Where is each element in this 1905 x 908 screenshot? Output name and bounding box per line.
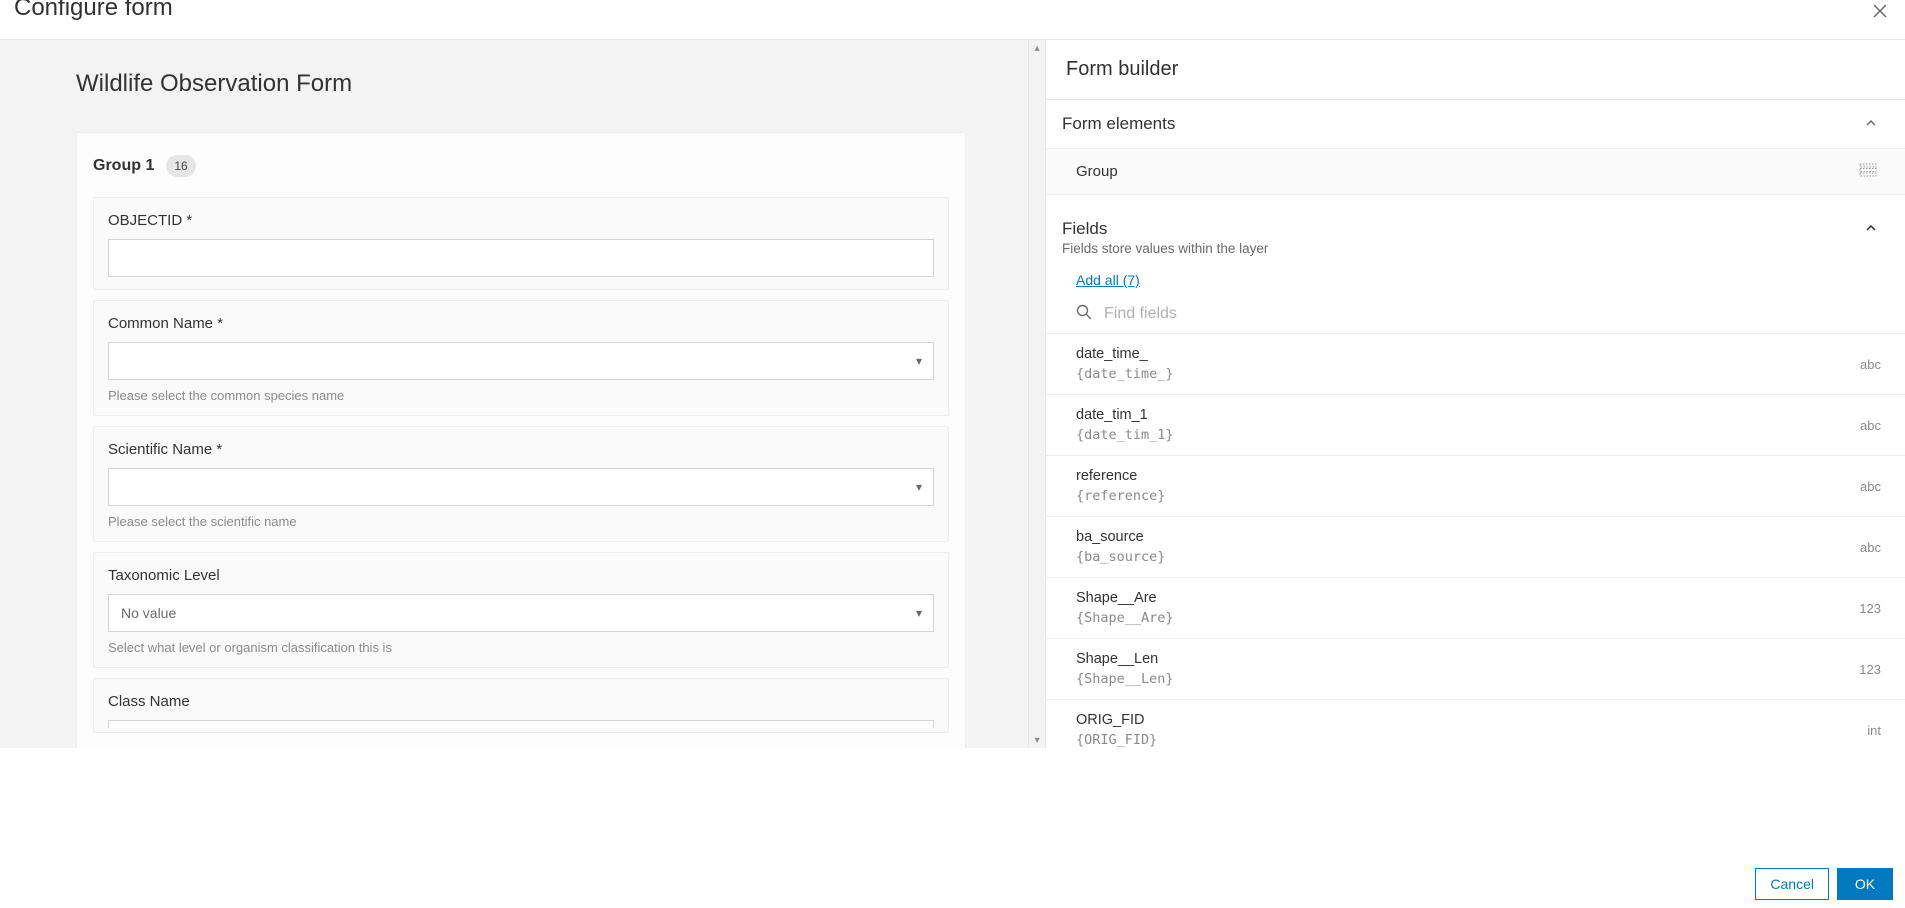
form-builder-title: Form builder — [1046, 40, 1905, 100]
group-header[interactable]: Group 1 16 — [77, 133, 965, 187]
chevron-up-icon — [1865, 114, 1877, 134]
field-type-badge: abc — [1860, 540, 1881, 555]
field-list-item[interactable]: date_time_ {date_time_} abc — [1046, 333, 1905, 394]
field-type-badge: 123 — [1859, 662, 1881, 677]
cancel-button[interactable]: Cancel — [1755, 868, 1829, 900]
add-all-link[interactable]: Add all (7) — [1046, 262, 1156, 298]
field-item-alias: {Shape__Len} — [1076, 671, 1174, 687]
field-taxonomic-level[interactable]: Taxonomic Level No value ▾ Select what l… — [93, 552, 949, 668]
field-label: Common Name * — [108, 315, 934, 332]
field-type-badge: abc — [1860, 357, 1881, 372]
fields-search-input[interactable] — [1104, 305, 1889, 323]
dialog-body: Wildlife Observation Form Group 1 16 OBJ… — [0, 40, 1905, 748]
objectid-input[interactable] — [108, 239, 934, 277]
group-card[interactable]: Group 1 16 OBJECTID * Common Name * ▾ — [76, 132, 966, 748]
field-helper: Please select the scientific name — [108, 514, 934, 529]
ok-button[interactable]: OK — [1837, 868, 1893, 900]
field-list-item[interactable]: ba_source {ba_source} abc — [1046, 516, 1905, 577]
field-label: Taxonomic Level — [108, 567, 934, 584]
field-list-item[interactable]: Shape__Len {Shape__Len} 123 — [1046, 638, 1905, 699]
field-helper: Please select the common species name — [108, 388, 934, 403]
field-item-alias: {ba_source} — [1076, 549, 1165, 565]
field-item-name: date_tim_1 — [1076, 407, 1174, 423]
field-item-name: date_time_ — [1076, 346, 1174, 362]
sci-name-select[interactable] — [108, 468, 934, 506]
canvas-scrollbar[interactable]: ▴ ▾ — [1028, 40, 1045, 748]
chevron-up-icon — [1865, 221, 1877, 237]
field-item-alias: {date_tim_1} — [1076, 427, 1174, 443]
field-list-item[interactable]: reference {reference} abc — [1046, 455, 1905, 516]
field-objectid[interactable]: OBJECTID * — [93, 197, 949, 290]
dialog-title: Configure form — [14, 0, 173, 20]
dialog-footer: Cancel OK — [0, 862, 1905, 908]
field-item-alias: {ORIG_FID} — [1076, 732, 1157, 748]
select-placeholder: No value — [121, 605, 176, 621]
close-button[interactable] — [1869, 0, 1891, 22]
field-list-item[interactable]: Shape__Are {Shape__Are} 123 — [1046, 577, 1905, 638]
form-elements-label: Form elements — [1062, 114, 1175, 134]
field-item-name: Shape__Are — [1076, 590, 1174, 606]
form-element-group-label: Group — [1076, 163, 1118, 180]
fields-section-header[interactable]: Fields — [1046, 205, 1905, 241]
form-builder-panel: Form builder Form elements Group — [1045, 40, 1905, 748]
form-elements-section-header[interactable]: Form elements — [1046, 100, 1905, 148]
group-name: Group 1 — [93, 157, 154, 175]
form-title: Wildlife Observation Form — [76, 70, 968, 98]
form-element-group[interactable]: Group — [1046, 148, 1905, 195]
fields-section-title: Fields — [1062, 219, 1107, 239]
fields-section-subtitle: Fields store values within the layer — [1046, 241, 1905, 262]
field-list-item[interactable]: ORIG_FID {ORIG_FID} int — [1046, 699, 1905, 748]
field-item-alias: {Shape__Are} — [1076, 610, 1174, 626]
common-name-select[interactable] — [108, 342, 934, 380]
field-item-name: Shape__Len — [1076, 651, 1174, 667]
search-icon — [1076, 304, 1092, 323]
field-common-name[interactable]: Common Name * ▾ Please select the common… — [93, 300, 949, 416]
field-item-name: reference — [1076, 468, 1165, 484]
field-label: Class Name — [108, 693, 934, 710]
group-icon — [1859, 163, 1877, 180]
form-canvas[interactable]: Wildlife Observation Form Group 1 16 OBJ… — [0, 40, 1028, 748]
dialog-header: Configure form — [0, 0, 1905, 40]
scroll-down-arrow-icon[interactable]: ▾ — [1029, 732, 1045, 748]
fields-search-row — [1046, 298, 1905, 333]
scroll-up-arrow-icon[interactable]: ▴ — [1029, 40, 1045, 56]
field-item-name: ORIG_FID — [1076, 712, 1157, 728]
form-builder-body[interactable]: Form elements Group Fields — [1046, 100, 1905, 748]
fields-list: date_time_{date_time_}abcdate_tim_1{date… — [1046, 333, 1905, 748]
field-type-badge: abc — [1860, 418, 1881, 433]
field-class-name[interactable]: Class Name — [93, 678, 949, 733]
field-type-badge: int — [1867, 723, 1881, 738]
field-label: Scientific Name * — [108, 441, 934, 458]
field-item-name: ba_source — [1076, 529, 1165, 545]
class-name-select[interactable] — [108, 720, 934, 728]
field-helper: Select what level or organism classifica… — [108, 640, 934, 655]
field-type-badge: abc — [1860, 479, 1881, 494]
close-icon — [1872, 3, 1888, 19]
field-type-badge: 123 — [1859, 601, 1881, 616]
field-label: OBJECTID * — [108, 212, 934, 229]
tax-level-select[interactable]: No value — [108, 594, 934, 632]
field-item-alias: {date_time_} — [1076, 366, 1174, 382]
group-count-badge: 16 — [166, 155, 195, 177]
field-list-item[interactable]: date_tim_1 {date_tim_1} abc — [1046, 394, 1905, 455]
field-scientific-name[interactable]: Scientific Name * ▾ Please select the sc… — [93, 426, 949, 542]
form-canvas-wrapper: Wildlife Observation Form Group 1 16 OBJ… — [0, 40, 1045, 748]
field-item-alias: {reference} — [1076, 488, 1165, 504]
